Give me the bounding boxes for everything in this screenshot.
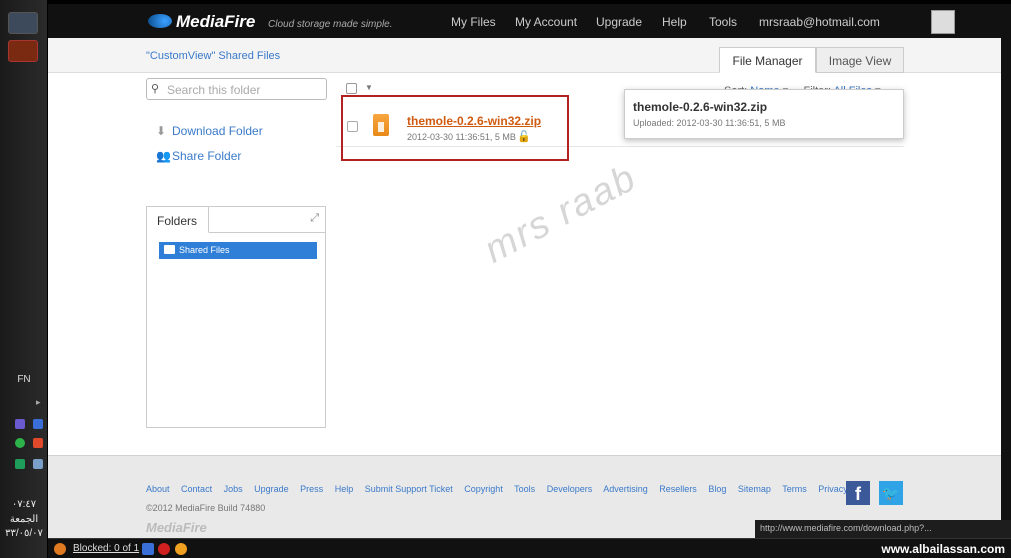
footer-link-advertising[interactable]: Advertising <box>603 484 648 494</box>
share-users-icon: 👥 <box>156 149 171 163</box>
footer-link-upgrade[interactable]: Upgrade <box>254 484 289 494</box>
footer-link-developers[interactable]: Developers <box>547 484 593 494</box>
clock-day: الجمعة <box>9 514 39 525</box>
language-indicator[interactable]: FN <box>0 374 48 385</box>
footer-link-help[interactable]: Help <box>335 484 354 494</box>
firefox-taskbar-button[interactable] <box>8 40 38 62</box>
footer-link-jobs[interactable]: Jobs <box>224 484 243 494</box>
clock-time: ٠٧:٤٧ <box>11 499 37 510</box>
twitter-icon[interactable]: 🐦 <box>879 481 903 505</box>
nav-upgrade[interactable]: Upgrade <box>596 15 642 29</box>
footer-link-tools[interactable]: Tools <box>514 484 535 494</box>
folder-item-shared-files[interactable]: Shared Files <box>159 242 317 259</box>
copyright-text: ©2012 MediaFire Build 74880 <box>146 503 266 513</box>
main-content: ⚲ Search this folder ▼ Sort: Name ▾ Filt… <box>48 73 1001 455</box>
taskbar-app-button[interactable] <box>8 12 38 34</box>
stop-icon[interactable] <box>158 543 170 555</box>
tray-icon[interactable] <box>142 543 154 555</box>
tray-icon[interactable] <box>33 438 43 448</box>
shared-folder-title[interactable]: "CustomView" Shared Files <box>146 50 280 62</box>
footer-link-sitemap[interactable]: Sitemap <box>738 484 771 494</box>
blocked-popups-indicator[interactable]: Blocked: 0 of 1 <box>73 543 139 554</box>
footer-link-press[interactable]: Press <box>300 484 323 494</box>
os-bottom-taskbar: Blocked: 0 of 1 www.albailassan.com <box>48 538 1011 558</box>
footer-link-resellers[interactable]: Resellers <box>659 484 697 494</box>
nav-tools[interactable]: Tools <box>709 15 737 29</box>
status-bar-url: http://www.mediafire.com/download.php?..… <box>755 520 1011 538</box>
footer-link-blog[interactable]: Blog <box>708 484 726 494</box>
footer-link-support[interactable]: Submit Support Ticket <box>365 484 453 494</box>
select-dropdown-icon[interactable]: ▼ <box>365 83 373 92</box>
tooltip-meta: Uploaded: 2012-03-30 11:36:51, 5 MB <box>633 118 786 128</box>
network-icon[interactable] <box>33 459 43 469</box>
download-folder-button[interactable]: ⬇ Download Folder <box>156 124 263 138</box>
nav-help[interactable]: Help <box>662 15 687 29</box>
search-placeholder: Search this folder <box>167 83 261 97</box>
folders-panel: Folders ⤢ Shared Files <box>146 206 326 428</box>
select-all-checkbox[interactable] <box>346 83 357 94</box>
mediafire-flame-icon <box>148 14 172 28</box>
facebook-icon[interactable]: f <box>846 481 870 505</box>
footer-logo: MediaFire <box>146 520 207 535</box>
footer-link-privacy[interactable]: Privacy <box>818 484 848 494</box>
search-input[interactable]: ⚲ Search this folder <box>146 78 327 100</box>
file-tooltip: themole-0.2.6-win32.zip Uploaded: 2012-0… <box>624 89 904 139</box>
site-watermark: www.albailassan.com <box>881 542 1005 556</box>
nav-my-files[interactable]: My Files <box>451 15 496 29</box>
avatar[interactable] <box>931 10 955 34</box>
search-icon: ⚲ <box>151 83 160 95</box>
mediafire-header: MediaFire Cloud storage made simple. My … <box>48 4 1001 38</box>
mediafire-logo[interactable]: MediaFire <box>176 12 255 32</box>
tab-file-manager[interactable]: File Manager <box>719 47 816 73</box>
download-icon: ⬇ <box>156 124 167 138</box>
footer-link-about[interactable]: About <box>146 484 170 494</box>
footer-links: About Contact Jobs Upgrade Press Help Su… <box>146 484 857 494</box>
share-folder-button[interactable]: 👥Share Folder <box>156 149 241 163</box>
tagline: Cloud storage made simple. <box>268 19 393 30</box>
watermark-signature: mrs raab <box>477 156 644 272</box>
tray-icon[interactable] <box>15 419 25 429</box>
tooltip-title: themole-0.2.6-win32.zip <box>633 100 768 114</box>
clock-date: ٣٣/٠٥/٠٧ <box>5 528 43 539</box>
footer-link-contact[interactable]: Contact <box>181 484 212 494</box>
footer-link-copyright[interactable]: Copyright <box>464 484 503 494</box>
firefox-icon[interactable] <box>54 543 66 555</box>
footer-link-terms[interactable]: Terms <box>782 484 807 494</box>
tab-folders[interactable]: Folders <box>147 207 209 233</box>
monitor-icon[interactable] <box>15 459 25 469</box>
tray-icon[interactable] <box>33 419 43 429</box>
tab-image-view[interactable]: Image View <box>816 47 904 73</box>
nav-my-account[interactable]: My Account <box>515 15 577 29</box>
tray-icon[interactable] <box>15 438 25 448</box>
expand-icon[interactable]: ⤢ <box>310 212 319 225</box>
folder-subheader: "CustomView" Shared Files File Manager I… <box>48 38 1001 73</box>
highlight-annotation-box <box>341 95 569 161</box>
account-email[interactable]: mrsraab@hotmail.com <box>759 15 880 29</box>
tray-icon[interactable] <box>175 543 187 555</box>
page-right-gutter <box>1001 4 1011 524</box>
folder-icon <box>164 245 175 254</box>
os-side-taskbar: FN ▸ ٠٧:٤٧ الجمعة ٣٣/٠٥/٠٧ <box>0 0 48 558</box>
tray-expand-icon[interactable]: ▸ <box>36 397 41 408</box>
